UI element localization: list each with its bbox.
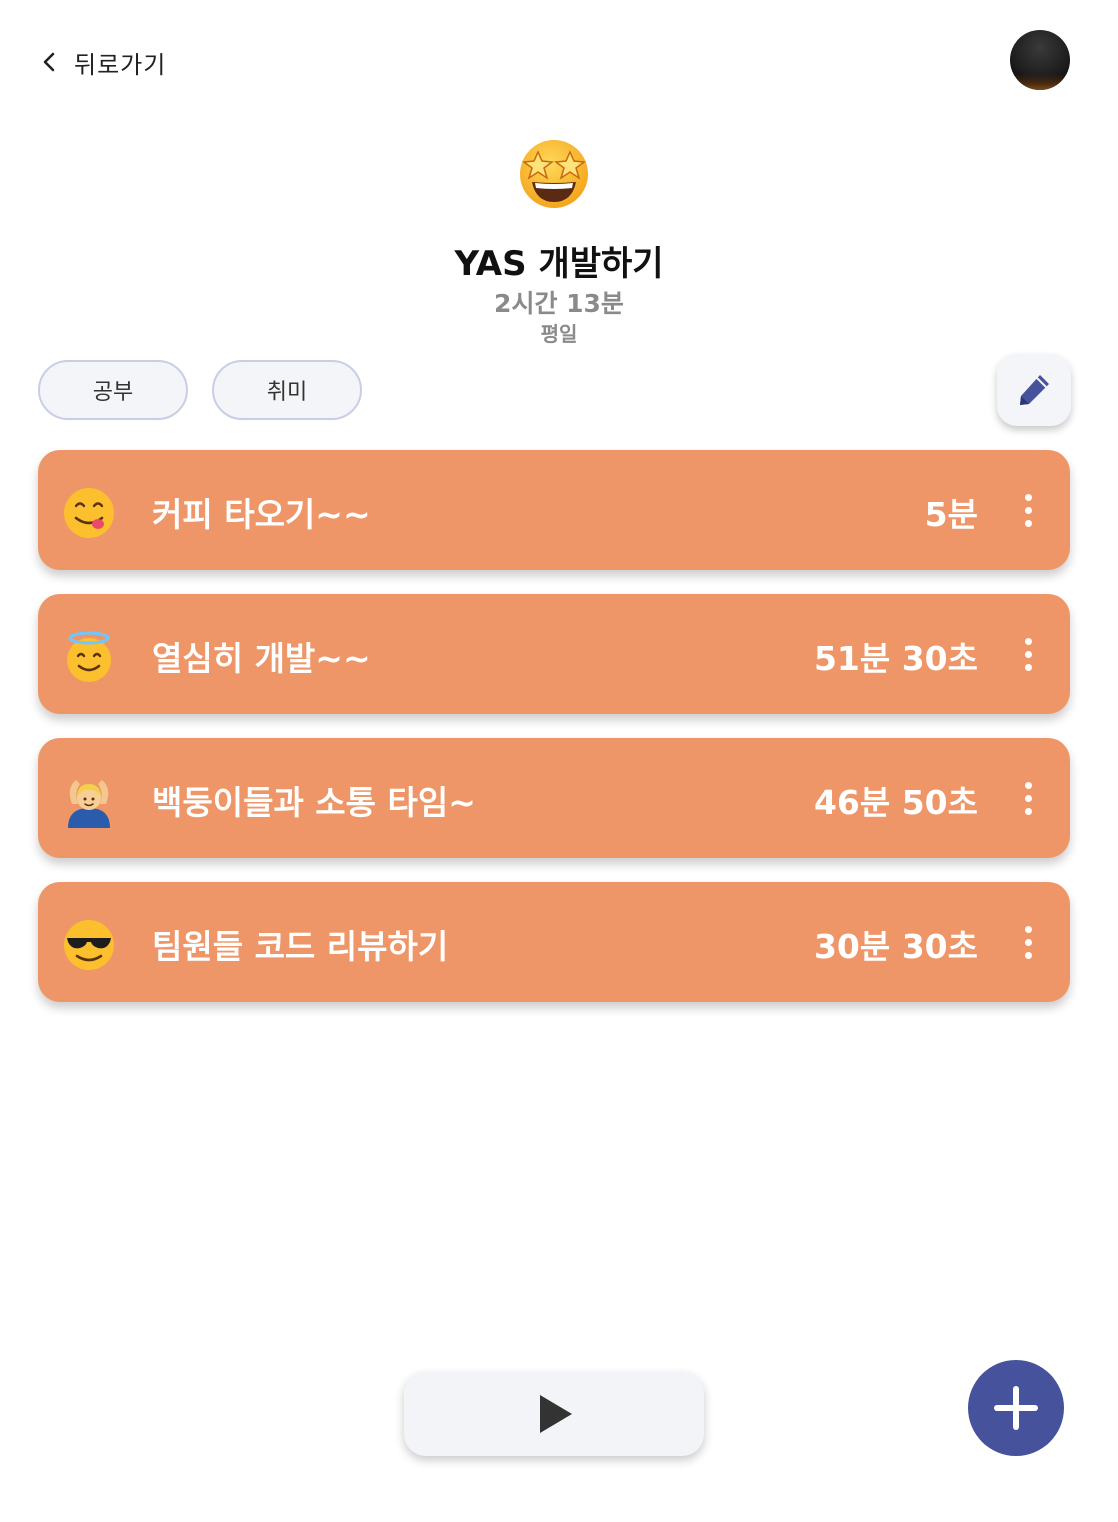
pencil-icon (1020, 375, 1049, 405)
more-options-icon[interactable] (1010, 634, 1046, 674)
tag-chip-hobby[interactable]: 취미 (212, 360, 362, 420)
yum-face-emoji-icon (64, 488, 114, 538)
more-options-icon[interactable] (1010, 778, 1046, 818)
task-row[interactable]: 백둥이들과 소통 타임~ 46분 50초 (38, 738, 1070, 858)
tag-chip-study[interactable]: 공부 (38, 360, 188, 420)
play-button[interactable] (404, 1372, 704, 1456)
routine-day-type: 평일 (540, 322, 578, 346)
task-duration: 51분 30초 (813, 639, 978, 678)
task-name: 백둥이들과 소통 타임~ (152, 783, 476, 822)
task-row[interactable]: 열심히 개발~~ 51분 30초 (38, 594, 1070, 714)
more-options-icon[interactable] (1010, 490, 1046, 530)
halo-face-emoji-icon (67, 631, 111, 682)
edit-button[interactable] (997, 354, 1071, 426)
chevron-left-icon (43, 52, 55, 72)
task-row[interactable]: 팀원들 코드 리뷰하기 30분 30초 (38, 882, 1070, 1002)
routine-title: YAS 개발하기 (454, 244, 664, 284)
routine-detail-screen: 뒤로가기 YAS 개발하기 2시간 13분 평일 공부 취미 커피 타오기~~ … (0, 0, 1118, 1522)
task-name: 열심히 개발~~ (152, 639, 371, 678)
more-options-icon[interactable] (1010, 922, 1046, 962)
avatar[interactable] (1010, 30, 1070, 90)
ok-gesture-person-emoji-icon (68, 780, 110, 828)
task-name: 커피 타오기~~ (152, 495, 371, 534)
task-row[interactable]: 커피 타오기~~ 5분 (38, 450, 1070, 570)
routine-total-time: 2시간 13분 (494, 289, 624, 318)
task-duration: 5분 (924, 495, 978, 534)
star-struck-emoji-icon (520, 140, 588, 208)
task-duration: 30분 30초 (813, 927, 978, 966)
back-button[interactable]: 뒤로가기 (40, 44, 166, 80)
back-label: 뒤로가기 (74, 50, 167, 79)
play-icon (540, 1395, 572, 1433)
task-name: 팀원들 코드 리뷰하기 (152, 927, 449, 966)
add-task-button[interactable] (968, 1360, 1064, 1456)
task-duration: 46분 50초 (813, 783, 978, 822)
plus-icon (994, 1386, 1038, 1430)
sunglasses-face-emoji-icon (64, 920, 114, 970)
